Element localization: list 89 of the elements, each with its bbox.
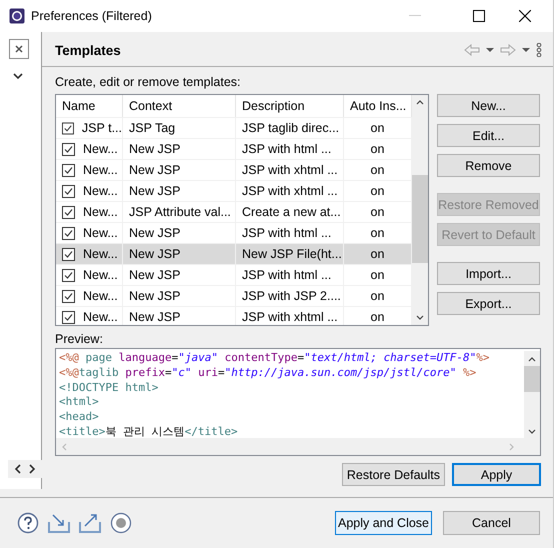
scroll-down-icon[interactable] <box>416 315 424 320</box>
checkbox[interactable] <box>62 310 75 324</box>
code-line: <%@ page language="java" contentType="text/html; charset=UTF-8"%> <box>59 351 491 366</box>
dropdown-icon[interactable] <box>522 48 530 52</box>
checkbox[interactable] <box>62 206 75 218</box>
code-line: <%@taglib prefix="c" uri="http://java.sun.com/jsp/jstl/core" %> <box>59 366 478 381</box>
code-line: <!DOCTYPE html> <box>59 380 160 396</box>
checkbox[interactable] <box>62 164 75 176</box>
table-cell: Create a new at... <box>236 202 344 222</box>
checkbox[interactable] <box>62 268 75 282</box>
table-cell: New... <box>83 142 118 156</box>
checkbox[interactable] <box>62 226 75 240</box>
table-cell: New... <box>83 163 118 177</box>
page-button[interactable]: Apply <box>452 463 541 486</box>
table-row[interactable]: New... New JSP New JSP File(ht... on <box>56 243 412 264</box>
table-row[interactable]: New... New JSP JSP with xhtml ... on <box>56 306 412 325</box>
table-cell: New JSP <box>123 160 236 180</box>
page-button[interactable]: Restore Defaults <box>342 463 445 486</box>
page-title: Templates <box>55 42 122 58</box>
table-cell: JSP with JSP 2.... <box>236 286 344 306</box>
table-row[interactable]: New... JSP Attribute val... Create a new at... on <box>56 201 412 222</box>
table-cell: New... <box>83 289 118 303</box>
table-row[interactable]: New... New JSP JSP with xhtml ... on <box>56 180 412 201</box>
scroll-right-icon[interactable] <box>28 464 36 474</box>
dropdown-icon[interactable] <box>486 48 494 52</box>
table-row[interactable]: New... New JSP JSP with xhtml ... on <box>56 159 412 180</box>
export-icon[interactable] <box>79 513 101 533</box>
table-cell: New JSP <box>123 286 236 306</box>
column-header[interactable]: Description <box>236 95 344 117</box>
scroll-up-icon[interactable] <box>416 100 424 105</box>
table-cell: JSP taglib direc... <box>236 118 344 138</box>
column-header[interactable]: Name <box>56 95 123 117</box>
table-cell: New JSP <box>123 181 236 201</box>
table-cell: New JSP <box>123 307 236 325</box>
checkbox[interactable] <box>62 248 75 260</box>
scrollbar[interactable] <box>524 351 540 438</box>
table-cell: JSP Tag <box>123 118 236 138</box>
side-button[interactable]: Import... <box>437 262 540 285</box>
table-cell: New... <box>83 247 118 261</box>
close-icon[interactable] <box>519 10 531 22</box>
scroll-up-icon[interactable] <box>528 357 536 362</box>
table-row[interactable]: New... New JSP JSP with JSP 2.... on <box>56 285 412 306</box>
app-icon <box>9 8 25 24</box>
preview-label: Preview: <box>55 332 104 346</box>
checkbox[interactable] <box>62 184 75 198</box>
code-line: <head> <box>59 410 100 425</box>
table-row[interactable]: New... New JSP JSP with html ... on <box>56 138 412 159</box>
column-header[interactable]: Context <box>123 95 236 117</box>
table-cell: New JSP <box>123 265 236 285</box>
table-cell: JSP with xhtml ... <box>236 160 344 180</box>
table-cell: New... <box>83 184 118 198</box>
scroll-down-icon[interactable] <box>528 429 536 434</box>
dialog-button[interactable]: Apply and Close <box>335 511 432 535</box>
menu-icon[interactable] <box>536 43 542 57</box>
chevron-icon[interactable] <box>13 73 23 80</box>
table-cell: New... <box>83 226 118 240</box>
code-line: <html> <box>59 395 100 410</box>
side-button[interactable]: Remove <box>437 154 540 177</box>
import-icon[interactable] <box>48 513 70 533</box>
table-cell: JSP with xhtml ... <box>236 181 344 201</box>
table-cell: New JSP <box>123 244 236 264</box>
intro-text: Create, edit or remove templates: <box>55 75 242 89</box>
checkbox[interactable] <box>62 122 74 134</box>
maximize-icon[interactable] <box>473 10 485 22</box>
help-icon[interactable] <box>17 512 39 534</box>
scrollbar[interactable] <box>412 95 428 325</box>
record-icon[interactable] <box>110 512 132 534</box>
side-button[interactable]: Export... <box>437 292 540 315</box>
table-cell: JSP with xhtml ... <box>236 307 344 325</box>
table-cell: New... <box>83 205 118 219</box>
window-title: Preferences (Filtered) <box>31 9 153 23</box>
code-line: <title>북 관리 시스템</title> <box>59 424 239 438</box>
clear-filter-icon[interactable] <box>9 39 29 59</box>
table-cell: New... <box>83 310 118 324</box>
checkbox[interactable] <box>62 142 75 156</box>
side-button[interactable]: Edit... <box>437 124 540 147</box>
checkbox[interactable] <box>62 290 75 302</box>
table-cell: New... <box>83 268 118 282</box>
table-cell: JSP t... <box>82 121 122 135</box>
dialog-button[interactable]: Cancel <box>443 511 540 535</box>
table-cell: JSP Attribute val... <box>123 202 236 222</box>
table-cell: New JSP File(ht... <box>236 244 344 264</box>
table-cell: JSP with html ... <box>236 265 344 285</box>
table-cell: New JSP <box>123 139 236 159</box>
table-row[interactable]: JSP t... JSP Tag JSP taglib direc... on <box>56 117 412 138</box>
table-cell: JSP with html ... <box>236 139 344 159</box>
scroll-left-icon[interactable] <box>14 464 22 474</box>
side-button[interactable]: New... <box>437 94 540 117</box>
table-row[interactable]: New... New JSP JSP with html ... on <box>56 264 412 285</box>
